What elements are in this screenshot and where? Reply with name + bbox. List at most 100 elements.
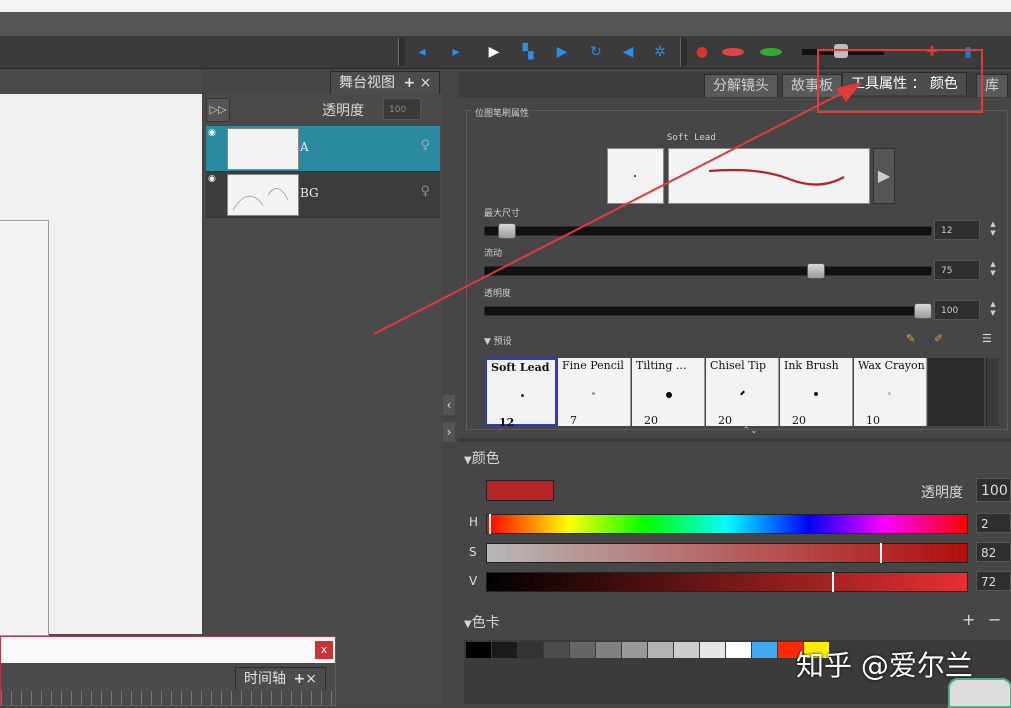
brush-name-label: Soft Lead (667, 133, 716, 143)
timeline-ruler[interactable] (1, 691, 335, 705)
value-marker[interactable] (832, 572, 834, 592)
palette-swatch[interactable] (596, 642, 621, 658)
palette-swatch[interactable] (700, 642, 725, 658)
hue-slider[interactable] (486, 514, 968, 534)
play-icon[interactable]: ▶ (552, 42, 572, 62)
palette-swatch[interactable] (726, 642, 751, 658)
layer-figure-icon[interactable]: ♀ (420, 184, 430, 199)
sound-icon[interactable]: ◀ (618, 42, 638, 62)
presets-header[interactable]: ▼ 预设 (484, 334, 512, 347)
preset-name: Wax Crayon (858, 359, 925, 372)
max-size-slider[interactable] (484, 226, 932, 236)
preset-dot (814, 392, 818, 396)
brush-opacity-stepper[interactable]: ▲ ▼ (988, 300, 998, 318)
close-panel-icon[interactable]: × (305, 671, 317, 687)
hue-field[interactable]: 2 (976, 513, 1011, 533)
preset-item[interactable]: Wax Crayon 10 (854, 358, 927, 427)
palette-swatch[interactable] (674, 642, 699, 658)
step-icon[interactable]: ▚ (518, 42, 538, 62)
flow-field[interactable]: 75 (934, 260, 980, 280)
light-table-icon[interactable]: ▮ (958, 42, 978, 62)
brush-opacity-knob[interactable] (914, 303, 932, 319)
onion-previous-icon[interactable] (722, 48, 744, 56)
layer-row[interactable]: ◉ BG ♀ (206, 172, 440, 218)
add-swatch-icon[interactable]: + (962, 610, 975, 629)
layer-row[interactable]: ◉ A ♀ (206, 126, 440, 172)
current-color-swatch[interactable] (486, 480, 554, 501)
palette-swatch[interactable] (518, 642, 543, 658)
flow-slider[interactable] (484, 266, 932, 276)
preset-name: Ink Brush (784, 359, 839, 372)
saturation-marker[interactable] (880, 543, 882, 563)
tab-library[interactable]: 库 (976, 74, 1008, 97)
flow-stepper[interactable]: ▲ ▼ (988, 260, 998, 278)
onion-mode-icon[interactable]: ✚ (922, 42, 942, 62)
hue-label: H (469, 515, 479, 529)
tab-storyboard[interactable]: 故事板 (782, 74, 842, 97)
palette-swatch[interactable] (544, 642, 569, 658)
presets-expand-collapse-icon[interactable]: ⌃⌄ (727, 426, 773, 438)
presets-scrollbar[interactable] (986, 358, 999, 426)
layer-figure-icon[interactable]: ♀ (420, 138, 430, 153)
palette-section-header[interactable]: ▼色卡 (464, 612, 500, 632)
preset-item[interactable]: Chisel Tip 20 (706, 358, 779, 427)
max-size-stepper[interactable]: ▲ ▼ (988, 220, 998, 238)
onion-skin-icon[interactable]: ● (692, 42, 712, 62)
palette-swatch[interactable] (648, 642, 673, 658)
onion-next-icon[interactable] (760, 48, 782, 56)
hue-marker[interactable] (489, 514, 491, 534)
preset-item[interactable]: Soft Lead 12 (485, 358, 557, 429)
tab-breakdown[interactable]: 分解镜头 (704, 74, 778, 97)
palette-swatch[interactable] (492, 642, 517, 658)
previous-frame-icon[interactable]: ▸ (446, 42, 466, 62)
close-panel-icon[interactable]: × (420, 75, 432, 91)
preset-dot (740, 390, 745, 396)
color-section-title: 颜色 (471, 451, 500, 467)
sound-scrub-icon[interactable]: ✲ (650, 42, 670, 62)
presets-title: 预设 (493, 337, 512, 347)
saturation-slider[interactable] (486, 543, 968, 563)
flow-knob[interactable] (807, 263, 825, 279)
collapse-left-icon[interactable]: ‹ (443, 395, 455, 415)
expand-layers-icon[interactable]: ▷▷ (206, 98, 230, 122)
add-panel-icon[interactable]: + (293, 671, 305, 687)
preset-item[interactable]: Tilting ... 20 (632, 358, 705, 427)
value-field[interactable]: 72 (976, 571, 1011, 591)
max-size-field[interactable]: 12 (934, 220, 980, 240)
add-panel-icon[interactable]: + (403, 75, 415, 91)
brush-opacity-field[interactable]: 100 (934, 300, 980, 320)
remove-swatch-icon[interactable]: − (988, 610, 1001, 629)
timeline-close-button[interactable]: x (315, 641, 333, 659)
color-opacity-field[interactable]: 100 (976, 478, 1011, 502)
new-preset-icon[interactable]: ✎ (906, 332, 915, 345)
brush-tip-preview[interactable] (607, 148, 664, 204)
layer-thumbnail (227, 128, 299, 170)
preset-menu-icon[interactable]: ☰ (982, 332, 992, 345)
tab-timeline[interactable]: 时间轴 +× (235, 667, 326, 690)
preset-item[interactable]: Ink Brush 20 (780, 358, 853, 427)
layer-toggle-icon[interactable]: ◉ (208, 174, 222, 214)
palette-swatch[interactable] (622, 642, 647, 658)
preset-item[interactable]: Fine Pencil 7 (558, 358, 631, 427)
palette-swatch[interactable] (466, 642, 491, 658)
first-frame-icon[interactable]: ◂ (412, 42, 432, 62)
brush-opacity-slider[interactable] (484, 306, 932, 316)
rename-preset-icon[interactable]: ✐ (934, 332, 943, 345)
collapse-right-icon[interactable]: › (443, 422, 455, 442)
layer-toggle-icon[interactable]: ◉ (208, 128, 222, 168)
layer-opacity-field[interactable]: 100 (383, 98, 421, 120)
color-section-header[interactable]: ▼颜色 (464, 448, 500, 468)
toolbar-separator (398, 38, 405, 66)
value-slider[interactable] (486, 572, 968, 592)
max-size-knob[interactable] (498, 223, 516, 239)
palette-swatch[interactable] (752, 642, 777, 658)
brush-preview-next-icon[interactable]: ▶ (873, 148, 895, 204)
jump-start-icon[interactable]: ▶ (484, 42, 504, 62)
palette-swatch[interactable] (570, 642, 595, 658)
panel-splitter[interactable] (458, 438, 1011, 442)
onion-slider-knob[interactable] (834, 44, 848, 58)
tab-tool-properties-color[interactable]: 工具属性 ： 颜色 (842, 72, 967, 95)
loop-icon[interactable]: ↻ (586, 42, 606, 62)
tab-stage-view[interactable]: 舞台视图 + × (330, 71, 441, 94)
saturation-field[interactable]: 82 (976, 542, 1011, 562)
